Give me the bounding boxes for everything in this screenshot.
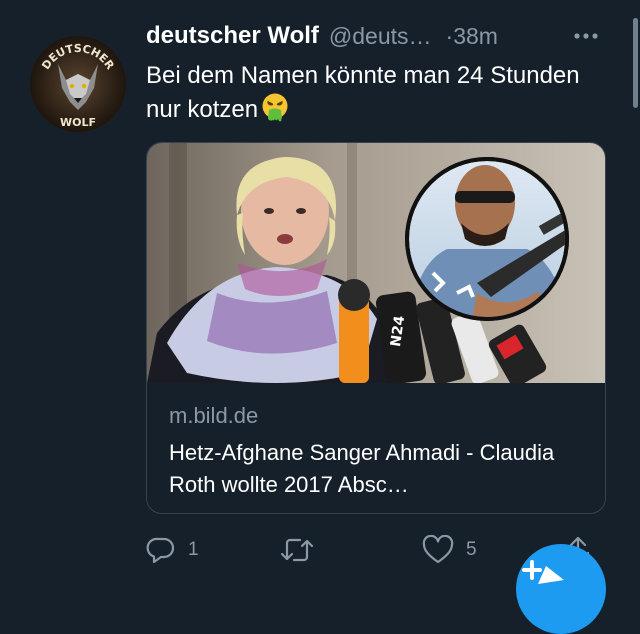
card-domain: m.bild.de (169, 403, 259, 428)
retweet-icon (280, 538, 314, 562)
like-icon (422, 535, 454, 564)
vomit-emoji-icon (262, 93, 288, 122)
compose-icon (522, 560, 564, 584)
retweet-button[interactable] (280, 532, 326, 568)
more-button[interactable] (566, 22, 606, 50)
reply-button[interactable]: 1 (146, 532, 199, 568)
more-icon (574, 33, 598, 39)
tweet-header: deutscher Wolf @deuts… ·38m (146, 22, 498, 50)
wolf-avatar-image: DEUTSCHER WOLF (30, 36, 126, 132)
compose-tweet-button[interactable] (516, 544, 606, 634)
tweet-time[interactable]: ·38m (446, 23, 498, 50)
tweet-text: Bei dem Namen könnte man 24 Stunden nur … (146, 60, 586, 126)
card-image: N24 (147, 143, 605, 383)
tweet-body: Bei dem Namen könnte man 24 Stunden nur … (146, 62, 580, 123)
author-handle[interactable]: @deuts… (329, 23, 432, 50)
like-button[interactable]: 5 (422, 532, 477, 568)
reply-count: 1 (188, 539, 199, 560)
author-name[interactable]: deutscher Wolf (146, 22, 319, 50)
card-title: Hetz-Afghane Sanger Ahmadi - Claudia Rot… (169, 440, 555, 497)
avatar[interactable]: DEUTSCHER WOLF (30, 36, 126, 132)
avatar-bottom-text: WOLF (60, 116, 96, 129)
like-count: 5 (466, 539, 477, 560)
reply-icon (146, 537, 175, 564)
scrollbar[interactable] (633, 18, 638, 108)
link-card[interactable]: N24 m.bild.de Hetz-Afghane Sanger Ahmadi… (146, 142, 606, 514)
